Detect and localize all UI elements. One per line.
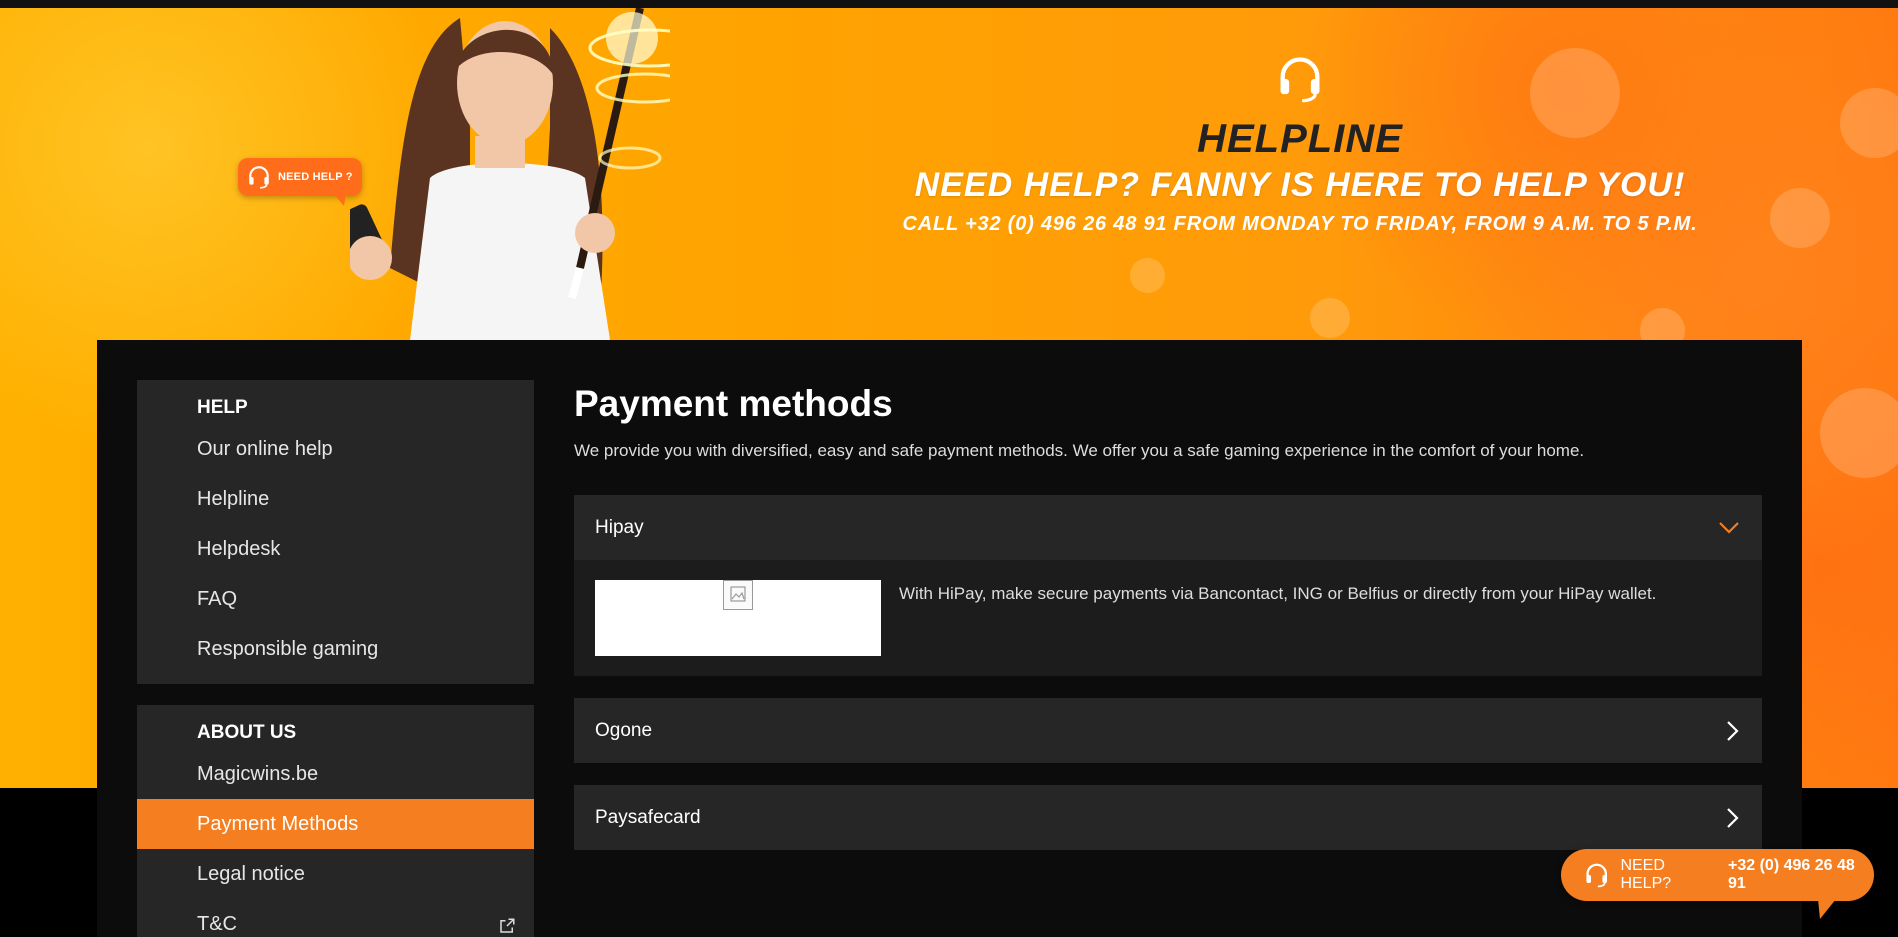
accordion-paysafecard: Paysafecard [574,785,1762,850]
content-area: Payment methods We provide you with dive… [574,380,1762,850]
helpline-text: HELPLINE NEED HELP? FANNY IS HERE TO HEL… [820,53,1780,237]
floating-help-phone: +32 (0) 496 26 48 91 [1728,857,1855,892]
chevron-right-icon [1727,807,1739,828]
helpline-subtitle: NEED HELP? FANNY IS HERE TO HELP YOU! [914,166,1686,204]
sidebar-item-responsible-gaming[interactable]: Responsible gaming [137,624,534,674]
hipay-description: With HiPay, make secure payments via Ban… [899,584,1657,603]
page-title: Payment methods [574,383,893,424]
sidebar-item-legal-notice[interactable]: Legal notice [137,849,534,899]
need-help-badge: NEED HELP ? [238,158,362,206]
headset-icon [1280,57,1320,103]
bokeh [1310,298,1350,338]
accordion-header-paysafecard[interactable]: Paysafecard [574,785,1762,850]
chevron-down-icon [1719,521,1739,534]
sidebar-about-group: ABOUT US Magicwins.be Payment Methods Le… [137,705,534,937]
page-description: We provide you with diversified, easy an… [574,441,1585,460]
accordion-title-hipay: Hipay [595,516,644,538]
bokeh [1820,388,1898,478]
sidebar-item-tc-label: T&C [197,912,237,935]
sidebar-help-group: HELP Our online help Helpline Helpdesk F… [137,380,534,684]
accordion-header-ogone[interactable]: Ogone [574,698,1762,763]
sidebar-item-online-help[interactable]: Our online help [137,424,534,474]
helpline-agent-illustration [350,8,670,340]
accordion-hipay: Hipay With HiPay, make secure payments v… [574,495,1762,676]
floating-help-button[interactable]: NEED HELP? +32 (0) 496 26 48 91 [1561,849,1874,919]
broken-image-icon [723,580,753,610]
sidebar-item-helpline[interactable]: Helpline [137,474,534,524]
sidebar-heading-about: ABOUT US [197,722,297,743]
top-bar [0,0,1898,8]
sidebar-item-helpdesk[interactable]: Helpdesk [137,524,534,574]
accordion-title-ogone: Ogone [595,719,653,741]
accordion-header-hipay[interactable]: Hipay [574,495,1762,560]
helpline-title: HELPLINE [1197,117,1403,161]
sidebar-item-faq[interactable]: FAQ [137,574,534,624]
sidebar-heading-help: HELP [197,397,248,418]
chevron-right-icon [1727,720,1739,741]
accordion-body-hipay: With HiPay, make secure payments via Ban… [574,560,1762,676]
hipay-logo-image [595,580,881,656]
sidebar-item-payment-methods[interactable]: Payment Methods [137,799,534,849]
bokeh [1840,88,1898,158]
sidebar-item-magicwins[interactable]: Magicwins.be [137,749,534,799]
sidebar-item-tc[interactable]: T&C [137,899,534,937]
accordion-title-paysafecard: Paysafecard [595,806,701,828]
headset-icon [1586,863,1608,888]
accordion-ogone: Ogone [574,698,1762,763]
external-link-icon [500,918,515,933]
headset-icon [249,166,269,189]
floating-help-label: NEED HELP? [1620,857,1672,892]
bokeh [1130,258,1165,293]
need-help-badge-text: NEED HELP ? [278,171,353,183]
main-panel: HELP Our online help Helpline Helpdesk F… [97,340,1802,937]
helpline-call-info: CALL +32 (0) 496 26 48 91 FROM MONDAY TO… [902,213,1698,235]
